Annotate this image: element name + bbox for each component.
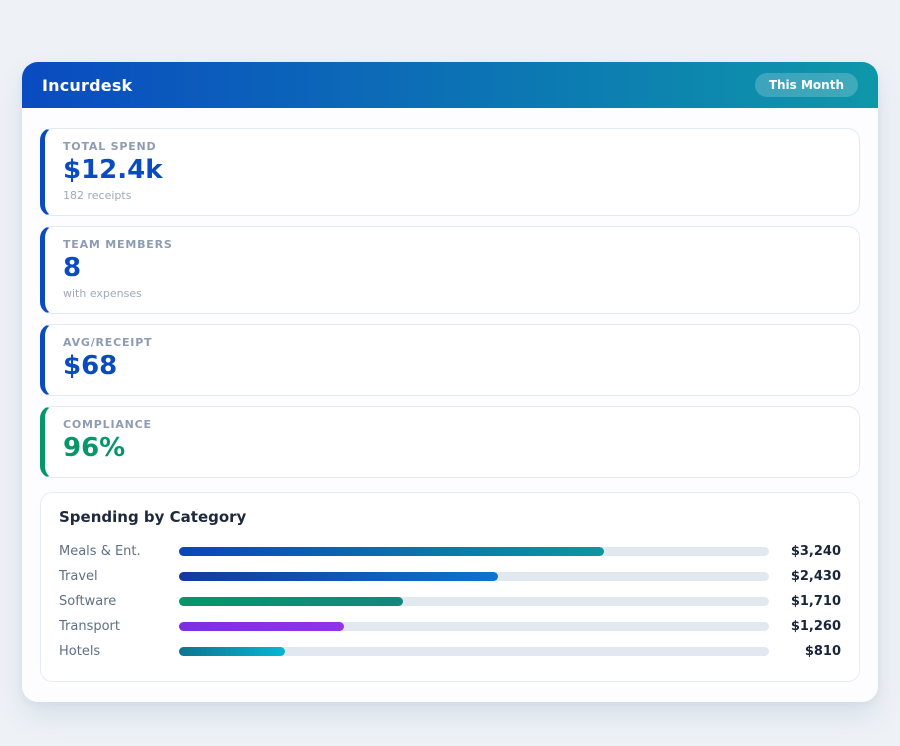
bar-fill xyxy=(179,597,403,606)
bar-track xyxy=(179,647,769,656)
category-label: Travel xyxy=(59,569,179,584)
dashboard-content: TOTAL SPEND $12.4k 182 receipts TEAM MEM… xyxy=(22,108,878,702)
period-badge[interactable]: This Month xyxy=(755,73,858,97)
stat-card: TOTAL SPEND $12.4k 182 receipts xyxy=(40,128,860,216)
spending-row: Hotels $810 xyxy=(59,639,841,664)
stat-label: COMPLIANCE xyxy=(63,418,841,431)
category-label: Transport xyxy=(59,619,179,634)
category-value: $1,260 xyxy=(769,619,841,634)
app-panel: Incurdesk This Month TOTAL SPEND $12.4k … xyxy=(22,62,878,702)
bar-fill xyxy=(179,622,344,631)
category-value: $3,240 xyxy=(769,544,841,559)
bar-track xyxy=(179,572,769,581)
stat-label: AVG/RECEIPT xyxy=(63,336,841,349)
bar-track xyxy=(179,547,769,556)
stat-subtext: 182 receipts xyxy=(63,189,841,202)
bar-track xyxy=(179,597,769,606)
stat-card: TEAM MEMBERS 8 with expenses xyxy=(40,226,860,314)
stat-label: TOTAL SPEND xyxy=(63,140,841,153)
bar-fill xyxy=(179,572,498,581)
stat-card: COMPLIANCE 96% xyxy=(40,406,860,478)
stat-value: $68 xyxy=(63,352,841,382)
stat-value: $12.4k xyxy=(63,156,841,186)
spending-row: Software $1,710 xyxy=(59,589,841,614)
spending-row: Transport $1,260 xyxy=(59,614,841,639)
stat-label: TEAM MEMBERS xyxy=(63,238,841,251)
spending-rows: Meals & Ent. $3,240 Travel $2,430 Softwa… xyxy=(59,539,841,664)
stat-subtext: with expenses xyxy=(63,287,841,300)
category-value: $2,430 xyxy=(769,569,841,584)
spending-card: Spending by Category Meals & Ent. $3,240… xyxy=(40,492,860,682)
bar-fill xyxy=(179,647,285,656)
spending-title: Spending by Category xyxy=(59,508,841,526)
app-title: Incurdesk xyxy=(42,76,132,95)
category-value: $810 xyxy=(769,644,841,659)
stat-value: 8 xyxy=(63,254,841,284)
bar-fill xyxy=(179,547,604,556)
category-label: Meals & Ent. xyxy=(59,544,179,559)
stat-value: 96% xyxy=(63,434,841,464)
spending-row: Travel $2,430 xyxy=(59,564,841,589)
stat-card: AVG/RECEIPT $68 xyxy=(40,324,860,396)
category-value: $1,710 xyxy=(769,594,841,609)
stats-list: TOTAL SPEND $12.4k 182 receipts TEAM MEM… xyxy=(40,128,860,478)
spending-row: Meals & Ent. $3,240 xyxy=(59,539,841,564)
bar-track xyxy=(179,622,769,631)
app-header: Incurdesk This Month xyxy=(22,62,878,108)
category-label: Software xyxy=(59,594,179,609)
category-label: Hotels xyxy=(59,644,179,659)
